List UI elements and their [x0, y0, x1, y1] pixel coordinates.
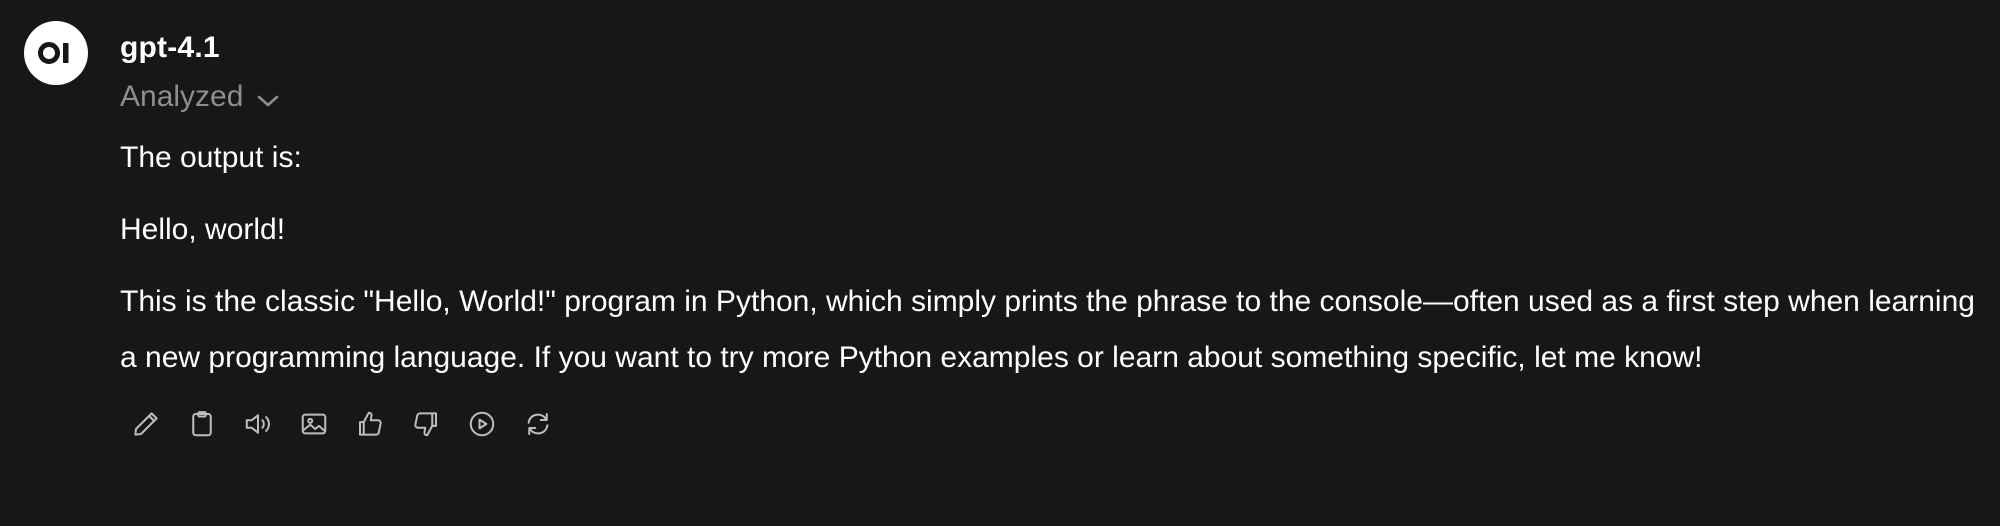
- response-paragraph: The output is:: [120, 141, 302, 174]
- chevron-down-icon: [257, 76, 279, 122]
- model-name: gpt-4.1: [120, 31, 220, 64]
- thumbs-up-button[interactable]: [350, 404, 390, 444]
- copy-icon: [192, 411, 212, 437]
- response-paragraph: Hello, world!: [120, 213, 286, 246]
- openwebui-logo-icon: [38, 42, 69, 64]
- thumbs-down-icon: [414, 412, 437, 437]
- thumbs-up-icon: [359, 411, 382, 436]
- regenerate-button[interactable]: [518, 404, 558, 444]
- message-content: gpt-4.1 Analyzed The output is: Hello, w…: [120, 22, 1980, 444]
- image-icon: [301, 413, 327, 435]
- model-avatar: [24, 21, 88, 85]
- copy-button[interactable]: [182, 404, 222, 444]
- thumbs-down-button[interactable]: [406, 404, 446, 444]
- edit-button[interactable]: [126, 404, 166, 444]
- edit-icon: [134, 412, 158, 436]
- read-aloud-button[interactable]: [238, 404, 278, 444]
- analyzed-toggle[interactable]: Analyzed: [120, 74, 279, 120]
- regenerate-icon: [527, 413, 549, 435]
- chat-message: gpt-4.1 Analyzed The output is: Hello, w…: [0, 0, 2000, 526]
- response-paragraph: This is the classic "Hello, World!" prog…: [120, 285, 1975, 374]
- image-button[interactable]: [294, 404, 334, 444]
- read-aloud-icon: [245, 414, 270, 434]
- message-actions-toolbar: [126, 404, 1980, 444]
- play-icon: [469, 411, 495, 437]
- status-label: Analyzed: [120, 80, 244, 113]
- continue-button[interactable]: [462, 404, 502, 444]
